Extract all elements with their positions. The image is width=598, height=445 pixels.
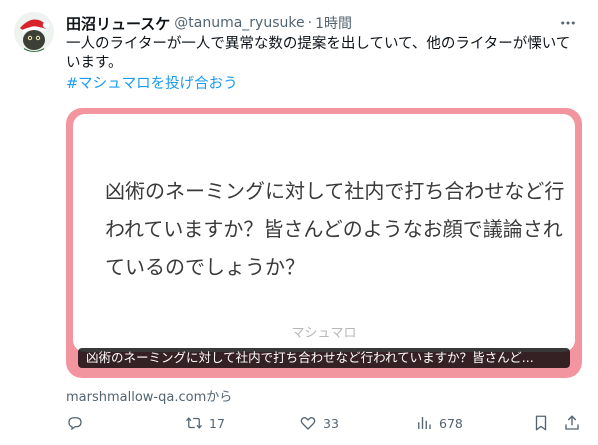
marshmallow-brand: マシュマロ <box>291 326 357 341</box>
more-options-button[interactable] <box>556 12 580 34</box>
question-panel: 凶術のネーミングに対して社内で打ち合わせなど行われていますか？皆さんどのようなお… <box>73 114 575 352</box>
separator-dot: · <box>307 15 313 31</box>
card-caption: 凶術のネーミングに対して社内で打ち合わせなど行われていますか？皆さんど... <box>78 348 570 368</box>
hashtag-link[interactable]: #マシュマロを投げ合おう <box>66 75 238 94</box>
avatar-image <box>14 12 54 52</box>
question-text: 凶術のネーミングに対して社内で打ち合わせなど行われていますか？皆さんどのようなお… <box>105 179 565 279</box>
views-button[interactable]: 678 <box>415 413 463 433</box>
card-source[interactable]: marshmallow-qa.comから <box>66 386 232 405</box>
more-horizontal-icon <box>561 21 575 25</box>
reply-button[interactable] <box>66 413 90 433</box>
action-bar: 17 33 678 <box>66 413 582 433</box>
author-name[interactable]: 田沼リュースケ <box>66 13 170 34</box>
views-icon <box>418 417 431 429</box>
retweet-button[interactable]: 17 <box>185 413 225 433</box>
views-count: 678 <box>439 415 463 431</box>
retweet-icon <box>186 417 202 429</box>
reply-icon <box>68 417 82 431</box>
post-text: 一人のライターが一人で異常な数の提案を出していて、他のライターが慄いています。 <box>66 36 571 71</box>
retweet-count: 17 <box>209 415 225 431</box>
avatar[interactable] <box>14 12 54 52</box>
post-header: 田沼リュースケ @tanuma_ryusuke · 1時間 <box>66 12 352 34</box>
like-count: 33 <box>323 415 339 431</box>
post-time[interactable]: 1時間 <box>315 13 352 33</box>
share-icon <box>565 415 579 430</box>
share-button[interactable] <box>563 413 581 433</box>
bookmark-button[interactable] <box>532 413 550 433</box>
author-handle[interactable]: @tanuma_ryusuke <box>174 15 304 31</box>
link-card[interactable]: 凶術のネーミングに対して社内で打ち合わせなど行われていますか？皆さんどのようなお… <box>66 108 582 378</box>
heart-icon <box>300 417 316 430</box>
bookmark-icon <box>535 415 547 431</box>
like-button[interactable]: 33 <box>299 413 339 433</box>
